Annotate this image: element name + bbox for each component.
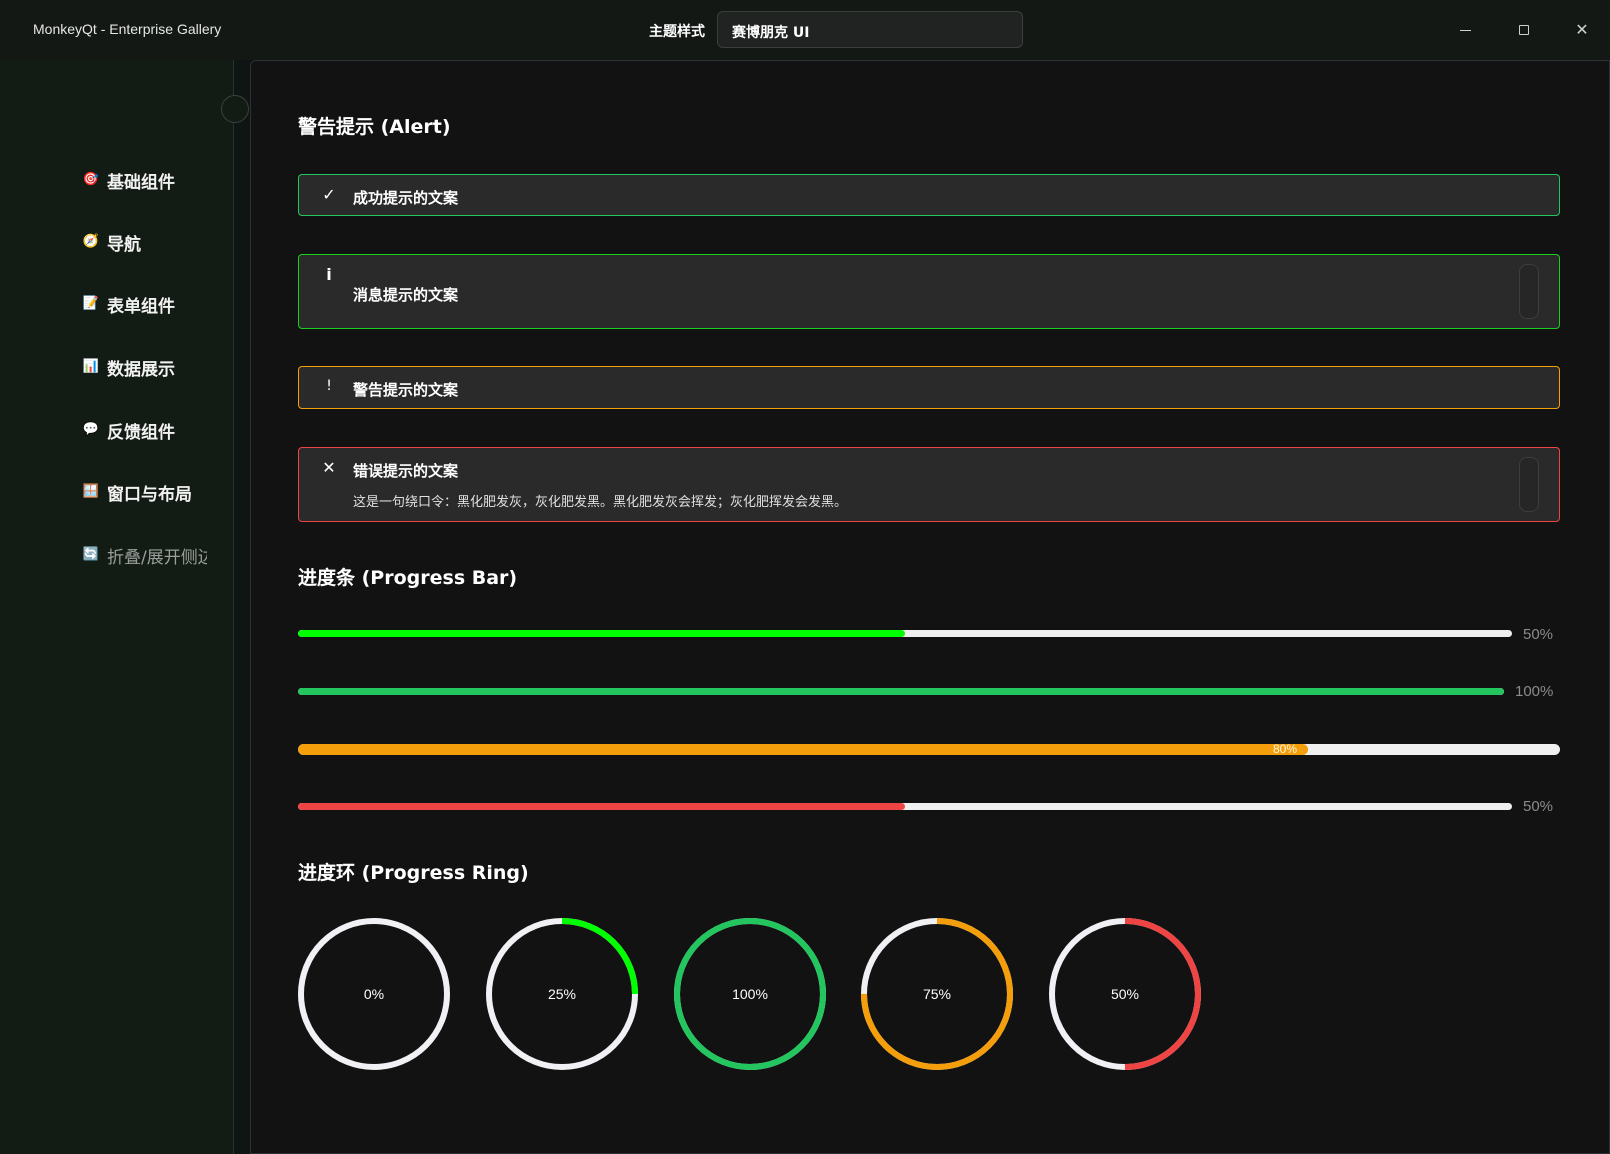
sidebar-item-label: 导航 — [107, 234, 141, 255]
alert-info: i 消息提示的文案 — [298, 254, 1560, 329]
alert-error: ✕ 错误提示的文案 这是一句绕口令：黑化肥发灰，灰化肥发黑。黑化肥发灰会挥发；灰… — [298, 447, 1560, 522]
progress-ring: 50% — [1049, 918, 1201, 1070]
sidebar-item-window-layout[interactable]: 🪟 窗口与布局 — [82, 480, 192, 505]
sidebar-item-toggle-sidebar[interactable]: 🔄 折叠/展开侧边栏 — [82, 543, 207, 568]
sidebar-item-label: 数据展示 — [107, 359, 175, 380]
maximize-button[interactable] — [1512, 18, 1536, 42]
progress-bar-value: 100% — [1515, 683, 1554, 700]
close-icon: ✕ — [1575, 20, 1589, 39]
alert-close-area[interactable] — [1519, 457, 1539, 512]
sidebar-item-navigation[interactable]: 🧭 导航 — [82, 230, 141, 255]
app-title: MonkeyQt - Enterprise Gallery — [33, 21, 222, 37]
progress-ring: 100% — [674, 918, 826, 1070]
sidebar-collapse-handle[interactable] — [221, 95, 249, 123]
exclamation-icon: ! — [326, 378, 332, 394]
progress-ring-section-title: 进度环 (Progress Ring) — [298, 862, 529, 884]
sidebar-item-feedback-components[interactable]: 💬 反馈组件 — [82, 418, 175, 443]
progress-ring-value: 75% — [922, 986, 952, 1002]
alert-success: ✓ 成功提示的文案 — [298, 174, 1560, 216]
progress-ring-value: 100% — [732, 986, 768, 1002]
progress-ring: 25% — [486, 918, 638, 1070]
progress-ring-value: 50% — [1110, 986, 1140, 1002]
progress-bar-value: 50% — [1523, 798, 1554, 815]
title-bar: MonkeyQt - Enterprise Gallery 主题样式 赛博朋克 … — [0, 0, 1610, 60]
progress-bar-track — [298, 744, 1560, 755]
close-button[interactable]: ✕ — [1570, 18, 1594, 42]
progress-ring-value: 0% — [363, 986, 385, 1002]
bar-chart-icon: 📊 — [82, 359, 100, 374]
refresh-icon: 🔄 — [82, 547, 100, 562]
sidebar-item-label: 窗口与布局 — [107, 484, 192, 505]
alert-title: 警告提示的文案 — [353, 381, 459, 399]
progress-ring: 75% — [861, 918, 1013, 1070]
memo-icon: 📝 — [82, 296, 100, 311]
alert-section-title: 警告提示 (Alert) — [298, 116, 451, 138]
progress-bar-fill — [298, 630, 905, 637]
progress-bar-fill — [298, 744, 1308, 755]
sidebar-item-label: 基础组件 — [107, 172, 175, 193]
sidebar-item-label: 折叠/展开侧边栏 — [107, 547, 207, 568]
sidebar-item-label: 反馈组件 — [107, 422, 175, 443]
minimize-button[interactable] — [1454, 18, 1478, 42]
progress-bar-fill — [298, 688, 1504, 695]
info-icon: i — [326, 265, 332, 284]
progress-bar-fill — [298, 803, 905, 810]
alert-close-area[interactable] — [1519, 264, 1539, 319]
theme-style-label: 主题样式 — [649, 24, 705, 40]
alert-title: 消息提示的文案 — [353, 286, 459, 304]
minimize-icon — [1460, 30, 1471, 31]
sidebar — [0, 60, 234, 1154]
alert-title: 成功提示的文案 — [353, 189, 459, 207]
target-icon: 🎯 — [82, 172, 100, 187]
progress-bar-inner-value: 80% — [1273, 742, 1298, 756]
alert-title: 错误提示的文案 — [353, 462, 459, 480]
sidebar-item-basic-components[interactable]: 🎯 基础组件 — [82, 168, 175, 193]
checkmark-icon: ✓ — [322, 185, 336, 204]
sidebar-item-form-components[interactable]: 📝 表单组件 — [82, 292, 175, 317]
theme-style-select[interactable]: 赛博朋克 UI — [717, 11, 1023, 48]
speech-bubble-icon: 💬 — [82, 422, 100, 437]
progress-bar-track — [298, 803, 1512, 810]
progress-bar-section-title: 进度条 (Progress Bar) — [298, 567, 518, 589]
window-icon: 🪟 — [82, 484, 100, 499]
close-x-icon: ✕ — [322, 458, 336, 477]
progress-ring-value: 25% — [547, 986, 577, 1002]
alert-warning: ! 警告提示的文案 — [298, 366, 1560, 409]
progress-ring: 0% — [298, 918, 450, 1070]
progress-bar-value: 50% — [1523, 626, 1554, 643]
compass-icon: 🧭 — [82, 234, 100, 249]
progress-bar-track — [298, 630, 1512, 637]
maximize-icon — [1519, 25, 1529, 35]
alert-description: 这是一句绕口令：黑化肥发灰，灰化肥发黑。黑化肥发灰会挥发；灰化肥挥发会发黑。 — [353, 495, 848, 510]
sidebar-item-label: 表单组件 — [107, 296, 175, 317]
progress-bar-track — [298, 688, 1504, 695]
sidebar-item-data-display[interactable]: 📊 数据展示 — [82, 355, 175, 380]
